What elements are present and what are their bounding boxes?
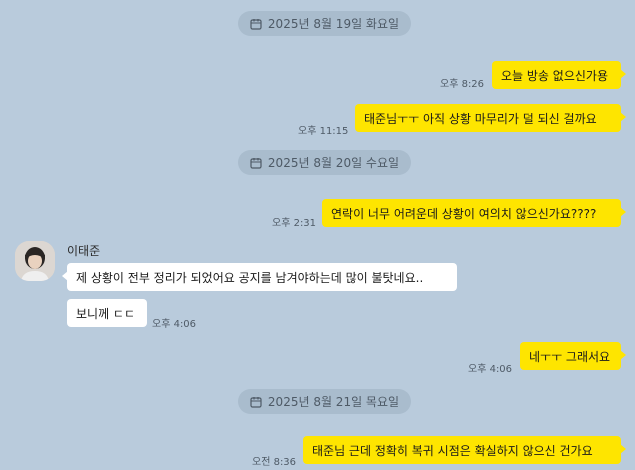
message-text: 네ㅜㅜ 그래서요 [529, 349, 611, 364]
calendar-icon [250, 157, 262, 169]
message-text: 오늘 방송 없으신가용 [501, 68, 608, 83]
message-text: 제 상황이 전부 정리가 되었어요 공지를 남겨야하는데 많이 불탓네요.. [76, 270, 424, 285]
date-text: 2025년 8월 21일 목요일 [267, 395, 400, 409]
avatar-image [15, 241, 55, 281]
my-message-bubble[interactable]: 태준님ㅜㅜ 아직 상황 마무리가 덜 되신 걸까요 [355, 104, 626, 132]
other-message-bubble[interactable]: 보니께 ㄷㄷ [67, 299, 147, 327]
message-text: 태준님 근데 정확히 복귀 시점은 확실하지 않으신 건가요 [312, 443, 593, 458]
date-separator: 2025년 8월 21일 목요일 [238, 389, 411, 414]
message-time: 오후 11:15 [298, 126, 349, 137]
message-time: 오전 8:36 [252, 457, 297, 468]
date-separator: 2025년 8월 20일 수요일 [238, 150, 411, 175]
my-message-bubble[interactable]: 오늘 방송 없으신가용 [492, 61, 626, 89]
date-separator: 2025년 8월 19일 화요일 [238, 11, 411, 36]
message-text: 보니께 ㄷㄷ [76, 306, 136, 321]
profile-avatar[interactable] [15, 241, 55, 281]
my-message-bubble[interactable]: 태준님 근데 정확히 복귀 시점은 확실하지 않으신 건가요 [303, 436, 626, 464]
calendar-icon [250, 396, 262, 408]
message-time: 오후 4:06 [152, 319, 197, 330]
message-time: 오후 2:31 [272, 218, 317, 229]
other-message-bubble[interactable]: 제 상황이 전부 정리가 되었어요 공지를 남겨야하는데 많이 불탓네요.. [62, 263, 457, 291]
message-text: 연락이 너무 어려운데 상황이 여의치 않으신가요???? [331, 206, 597, 221]
message-time: 오후 4:06 [468, 364, 513, 375]
message-text: 태준님ㅜㅜ 아직 상황 마무리가 덜 되신 걸까요 [364, 111, 597, 126]
calendar-icon [250, 18, 262, 30]
date-text: 2025년 8월 20일 수요일 [267, 156, 400, 170]
my-message-bubble[interactable]: 연락이 너무 어려운데 상황이 여의치 않으신가요???? [322, 199, 626, 227]
date-text: 2025년 8월 19일 화요일 [267, 17, 400, 31]
sender-name: 이태준 [67, 244, 101, 258]
my-message-bubble[interactable]: 네ㅜㅜ 그래서요 [520, 342, 626, 370]
message-time: 오후 8:26 [440, 79, 485, 90]
